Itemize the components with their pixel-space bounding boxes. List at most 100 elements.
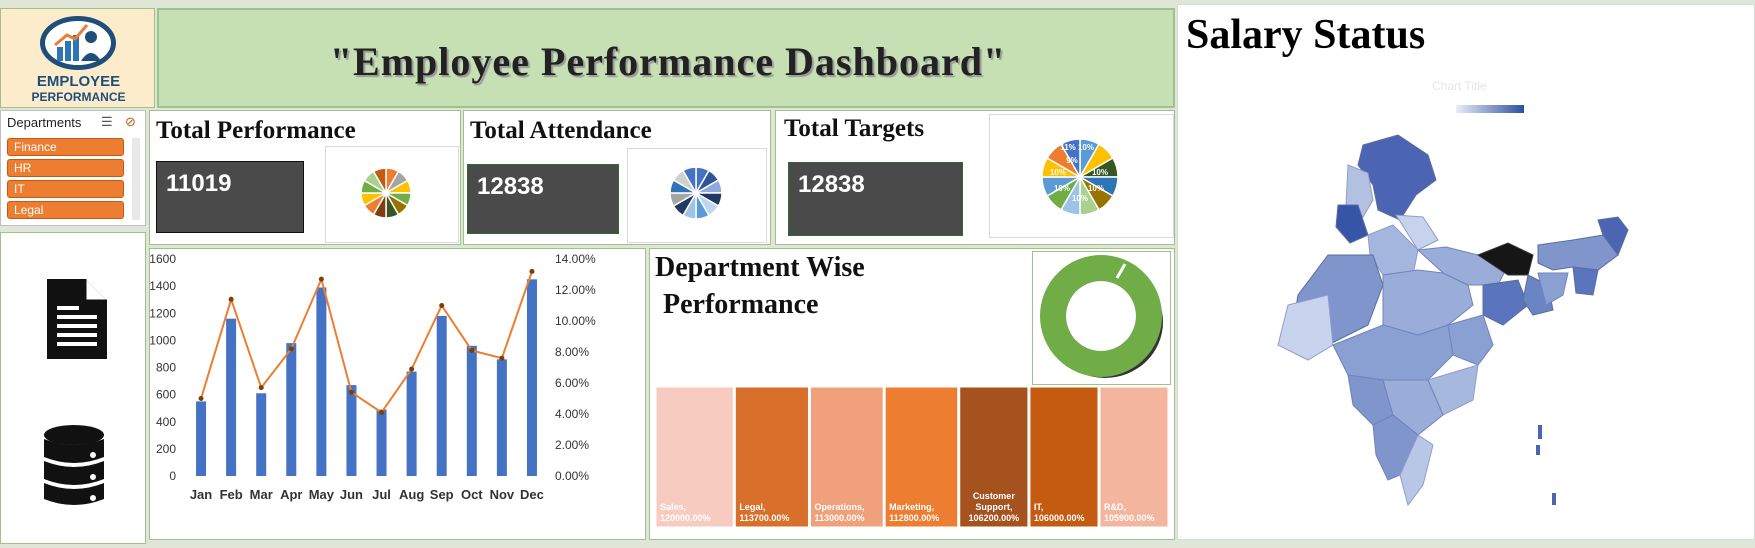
x-axis-tick-label: Aug xyxy=(399,487,424,502)
y2-axis-tick-label: 8.00% xyxy=(555,345,589,359)
y-axis-tick-label: 1200 xyxy=(150,306,176,320)
salary-status-panel: Salary Status Chart Title xyxy=(1177,4,1755,540)
kpi-value-targets: 12838 xyxy=(788,162,963,236)
kpi-value-attendance: 12838 xyxy=(467,164,619,234)
monthly-bar xyxy=(406,371,417,476)
monthly-bar xyxy=(376,409,387,476)
x-axis-tick-label: Sep xyxy=(430,487,454,502)
y2-axis-tick-label: 4.00% xyxy=(555,407,589,421)
attendance-pie-frame xyxy=(627,148,767,243)
kpi-panel-performance: Total Performance 11019 xyxy=(149,110,461,245)
x-axis-tick-label: Dec xyxy=(520,487,544,502)
trend-line-point xyxy=(499,355,505,361)
department-treemap: Sales, 120000.00%Legal, 113700.00%Operatio… xyxy=(655,386,1169,528)
monthly-bar xyxy=(226,318,237,476)
dept-title-line2: Performance xyxy=(663,289,819,320)
targets-pie-label: 10% xyxy=(1078,143,1094,152)
kpi-label-performance: Total Performance xyxy=(156,117,356,144)
trend-line-point xyxy=(529,268,535,274)
trend-line-point xyxy=(288,346,294,352)
trend-line-point xyxy=(318,276,324,282)
targets-pie-label: 9% xyxy=(1066,156,1078,165)
targets-pie-label: 11% xyxy=(1060,143,1076,152)
y-axis-tick-label: 0 xyxy=(169,469,176,483)
y-axis-tick-label: 800 xyxy=(156,361,176,375)
slicer-item-legal[interactable]: Legal xyxy=(7,201,124,219)
y2-axis-tick-label: 6.00% xyxy=(555,376,589,390)
document-icon[interactable] xyxy=(41,277,113,363)
treemap-tile-label: Operations, 113000.00% xyxy=(814,502,864,523)
slicer-item-hr[interactable]: HR xyxy=(7,159,124,177)
slicer-scrollbar[interactable] xyxy=(132,138,140,220)
x-axis-tick-label: Jan xyxy=(190,487,212,502)
trend-line-point xyxy=(258,385,264,391)
header-banner: "Employee Performance Dashboard" xyxy=(157,8,1175,108)
clear-filter-icon[interactable]: ⊘ xyxy=(125,114,136,130)
monthly-combo-chart: 0 200 400 600 800 1000 1200 1400 1600 0.00% 2.00% 4… xyxy=(149,252,596,502)
logo-text-line2: PERFORMANCE xyxy=(31,90,126,104)
trend-line-point xyxy=(439,303,445,308)
x-axis-tick-label: May xyxy=(309,487,335,502)
x-axis-tick-label: Nov xyxy=(490,487,515,502)
attendance-pie-chart xyxy=(669,166,723,220)
trend-line-point xyxy=(469,347,475,353)
slicer-item-it[interactable]: IT xyxy=(7,180,124,198)
monthly-bar xyxy=(286,343,297,476)
y-axis-tick-label: 1400 xyxy=(150,279,176,293)
trend-line-point xyxy=(198,396,204,401)
department-wise-panel: Department Wise Performance Sales, 120000… xyxy=(649,248,1175,540)
monthly-bar xyxy=(196,401,207,476)
kpi-panel-targets: Total Targets 12838 11% 10% 10% 10% 10% 10% 10… xyxy=(775,110,1175,245)
kpi-label-targets: Total Targets xyxy=(784,115,925,142)
targets-pie-label: 10% xyxy=(1088,184,1104,193)
performance-pie-frame xyxy=(325,146,459,243)
monthly-bar xyxy=(316,287,327,476)
logo-panel: EMPLOYEE PERFORMANCE xyxy=(0,8,155,108)
dept-title-line1: Department Wise xyxy=(655,252,865,283)
slicer-item-finance[interactable]: Finance xyxy=(7,138,124,156)
targets-pie-label: 10% xyxy=(1072,194,1088,203)
y2-axis-tick-label: 12.00% xyxy=(555,283,596,297)
y-axis-tick-label: 200 xyxy=(156,442,176,456)
trend-line-point xyxy=(348,389,354,395)
x-axis-tick-label: Jul xyxy=(372,487,391,502)
treemap-tile-label: Customer Support, 106200.00% xyxy=(969,491,1020,523)
monthly-bar xyxy=(346,385,357,476)
donut-frame xyxy=(1032,251,1171,385)
targets-pie-label: 10% xyxy=(1054,184,1070,193)
y-axis-tick-label: 600 xyxy=(156,388,176,402)
x-axis-tick-label: Jun xyxy=(340,487,363,502)
multi-select-icon[interactable]: ☰ xyxy=(101,114,113,130)
side-icons-panel xyxy=(0,232,146,544)
y2-axis-tick-label: 0.00% xyxy=(555,469,589,483)
trend-line-point xyxy=(409,366,415,372)
database-icon[interactable] xyxy=(41,423,111,509)
slicer-title: Departments xyxy=(7,115,82,130)
monthly-bar xyxy=(496,359,507,476)
employee-logo-icon xyxy=(40,16,116,70)
targets-pie-chart: 11% 10%10%10%10%10%10%9% xyxy=(1041,138,1119,216)
targets-pie-frame: 11% 10% 10% 10% 10% 10% 10% 9% xyxy=(989,114,1174,238)
department-donut-chart xyxy=(1040,255,1163,378)
targets-pie-label: 10% xyxy=(1092,168,1108,177)
x-axis-tick-label: Mar xyxy=(250,487,273,502)
y2-axis-tick-label: 14.00% xyxy=(555,252,596,266)
kpi-value-performance: 11019 xyxy=(156,161,304,233)
y2-axis-tick-label: 2.00% xyxy=(555,438,589,452)
x-axis-tick-label: Feb xyxy=(220,487,243,502)
donut-hole xyxy=(1066,281,1136,351)
monthly-bar xyxy=(436,315,447,476)
monthly-bar xyxy=(466,345,477,476)
targets-pie-label: 10% xyxy=(1050,168,1066,177)
logo-text-line1: EMPLOYEE xyxy=(36,73,121,90)
performance-trend-line xyxy=(200,271,533,414)
y-axis-tick-label: 400 xyxy=(156,415,176,429)
performance-pie-chart xyxy=(360,167,412,219)
monthly-performance-chart-panel: 0 200 400 600 800 1000 1200 1400 1600 0.00% 2.00% 4… xyxy=(149,248,646,540)
x-axis-tick-label: Apr xyxy=(280,487,302,502)
department-slicer[interactable]: Departments ☰ ⊘ Finance HR IT Legal xyxy=(0,110,146,226)
y-axis-tick-label: 1000 xyxy=(150,333,176,347)
y2-axis-tick-label: 10.00% xyxy=(555,314,596,328)
india-salary-map xyxy=(1277,134,1629,507)
x-axis-tick-label: Oct xyxy=(461,487,483,502)
